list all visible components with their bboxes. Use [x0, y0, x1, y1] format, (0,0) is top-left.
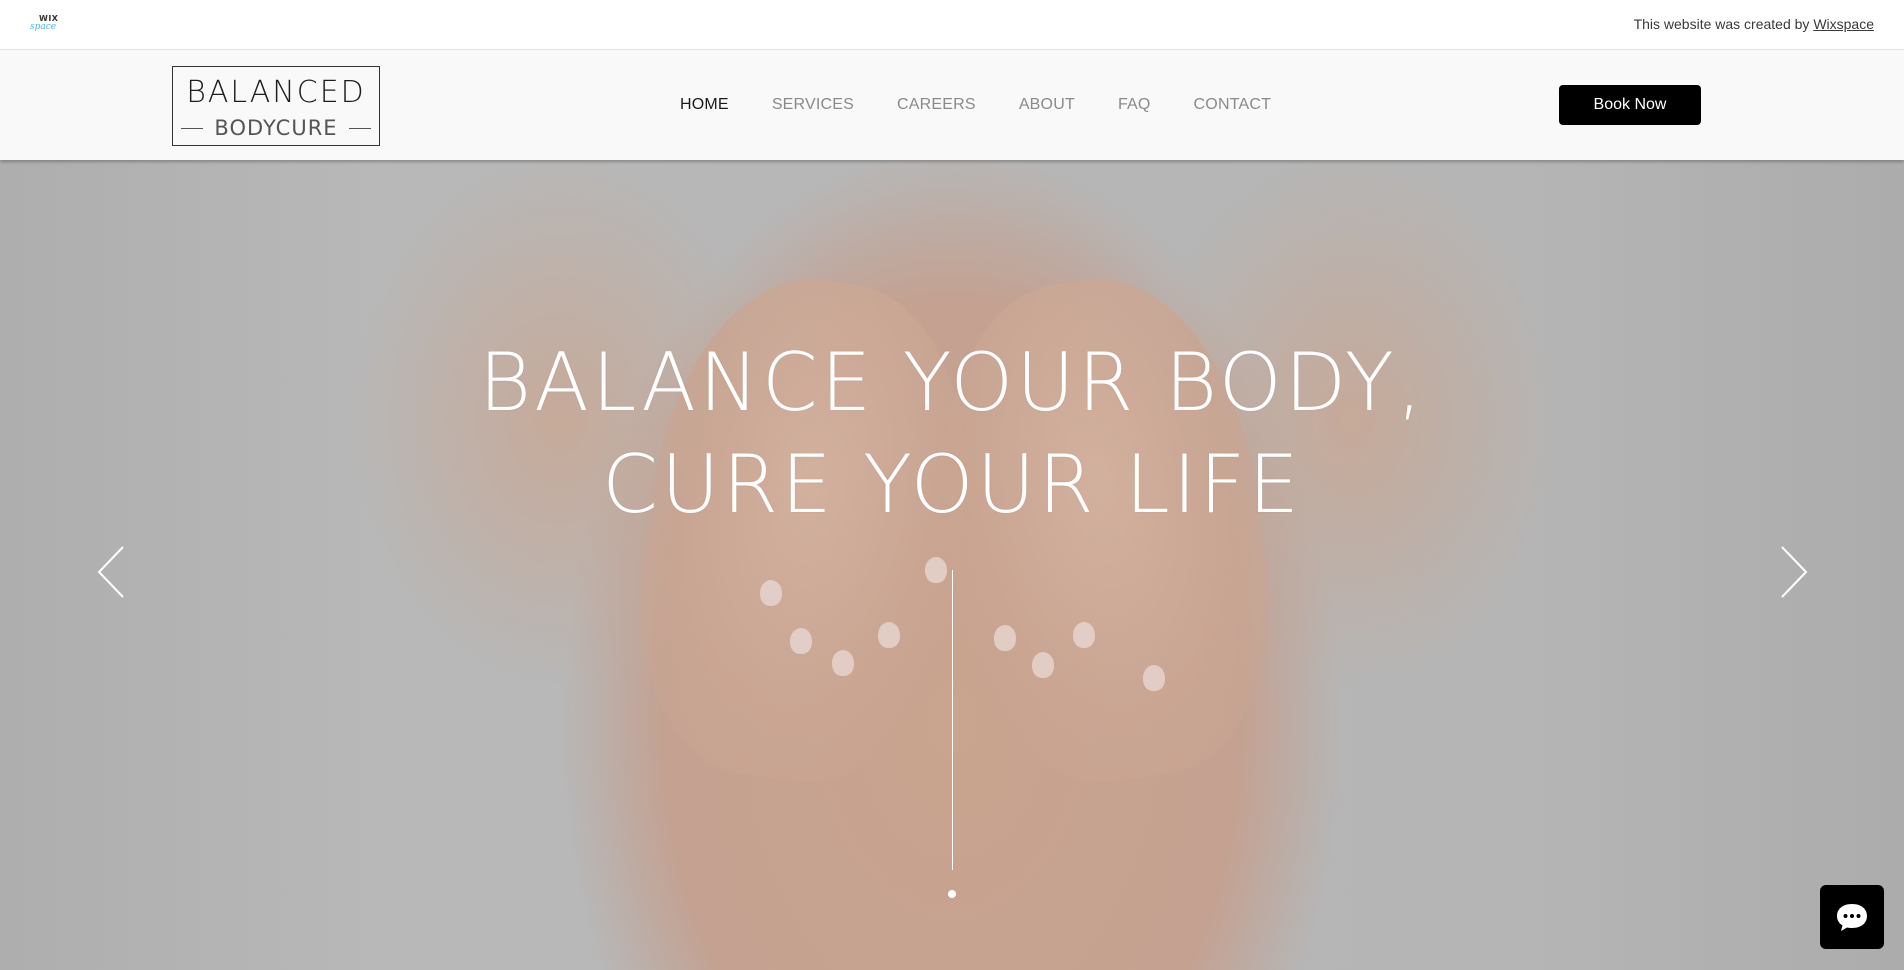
hero-image-fingernail	[1073, 622, 1095, 648]
brand-top-text: BALANCED	[186, 75, 366, 110]
hero-slideshow: BALANCE YOUR BODY, CURE YOUR LIFE	[0, 160, 1904, 970]
book-now-button[interactable]: Book Now	[1559, 85, 1701, 125]
wixspace-link[interactable]: Wixspace	[1813, 16, 1874, 32]
hero-image-fingernail	[878, 622, 900, 648]
chevron-left-icon[interactable]	[95, 545, 129, 599]
hero-title-line-1: BALANCE YOUR BODY,	[478, 336, 1426, 429]
main-nav: HOME SERVICES CAREERS ABOUT FAQ CONTACT	[680, 96, 1314, 114]
chat-bubble-icon	[1837, 904, 1867, 931]
hero-image-fingernail	[1143, 665, 1165, 691]
hero-title: BALANCE YOUR BODY, CURE YOUR LIFE	[0, 332, 1904, 536]
nav-item-home[interactable]: HOME	[680, 96, 729, 114]
hero-image-fingernail	[994, 625, 1016, 651]
nav-item-about[interactable]: ABOUT	[1019, 96, 1075, 114]
hero-image-fingernail	[760, 580, 782, 606]
nav-item-services[interactable]: SERVICES	[772, 96, 854, 114]
hero-divider-line	[952, 570, 953, 870]
nav-item-careers[interactable]: CAREERS	[897, 96, 976, 114]
top-banner: WIX space This website was created by Wi…	[0, 0, 1904, 50]
hero-image-fingernail	[1032, 652, 1054, 678]
hero-image-fingernail	[790, 628, 812, 654]
site-header: BALANCED BODYCURE HOME SERVICES CAREERS …	[0, 50, 1904, 160]
chevron-right-icon[interactable]	[1776, 545, 1810, 599]
wix-logo-bottom: space	[30, 22, 57, 32]
nav-item-faq[interactable]: FAQ	[1118, 96, 1151, 114]
hero-title-line-2: CURE YOUR LIFE	[602, 438, 1302, 531]
brand-bottom-text: BODYCURE	[173, 115, 379, 141]
created-by-label: This website was created by	[1633, 16, 1810, 32]
hero-image-fingernail	[925, 557, 947, 583]
created-by-text: This website was created by Wixspace	[1634, 16, 1874, 32]
slide-indicator-dot[interactable]	[948, 890, 956, 898]
nav-item-contact[interactable]: CONTACT	[1194, 96, 1272, 114]
wix-logo-icon[interactable]: WIX space	[30, 14, 66, 36]
hero-image-fingernail	[832, 650, 854, 676]
brand-logo[interactable]: BALANCED BODYCURE	[172, 66, 380, 146]
chat-button[interactable]	[1820, 885, 1884, 949]
